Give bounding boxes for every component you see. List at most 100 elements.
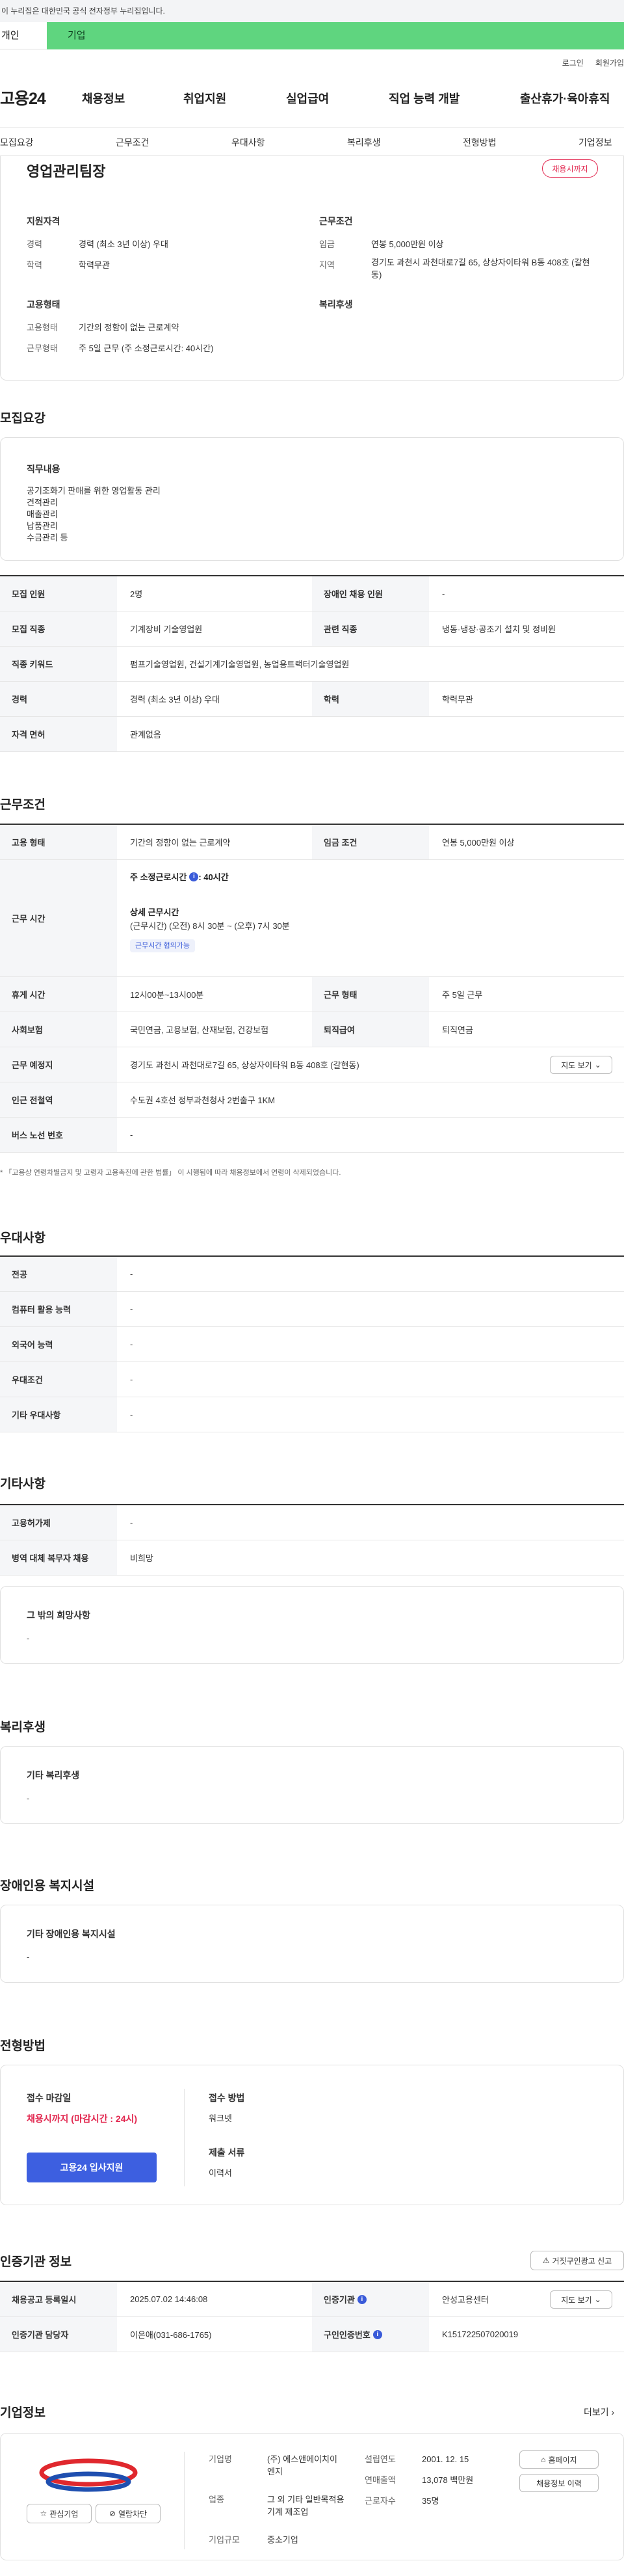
table-header: 모집 인원: [0, 576, 117, 611]
table-cell: -: [130, 1130, 133, 1140]
chevron-down-icon: ⌄: [594, 2295, 601, 2304]
cert-number-label: 구인인증번호: [324, 2330, 370, 2340]
gnb-item-unemployment-benefit[interactable]: 실업급여: [286, 90, 329, 107]
gnb-item-jobs[interactable]: 채용정보: [82, 90, 125, 107]
qual-label-career: 경력: [27, 239, 42, 249]
block-view-button[interactable]: ⊘ 열람차단: [96, 2504, 161, 2523]
welfare-section-title: 복리후생: [0, 1721, 46, 1734]
agency-map-button[interactable]: 지도 보기 ⌄: [550, 2290, 612, 2309]
table-cell: 기간의 정함이 없는 근로계약: [130, 838, 231, 848]
report-label: 거짓구인광고 신고: [552, 2256, 612, 2266]
info-icon[interactable]: i: [357, 2294, 367, 2304]
table-cell: 냉동·냉장·공조기 설치 및 정비원: [442, 624, 556, 634]
tab-individual[interactable]: 개인: [0, 22, 47, 49]
table-cell: 퇴직연금: [442, 1025, 473, 1035]
favorite-company-button[interactable]: ☆ 관심기업: [27, 2504, 92, 2523]
subnav-company[interactable]: 기업정보: [578, 136, 612, 149]
company-size-value: 중소기업: [267, 2535, 298, 2545]
table-cell: K151722507020019: [442, 2329, 519, 2339]
gnb-item-parental-leave[interactable]: 출산휴가·육아휴직: [520, 90, 610, 107]
company-logo: [27, 2453, 150, 2501]
table-cell: 주 5일 근무: [442, 990, 483, 1000]
table-header: 구인인증번호 i: [312, 2317, 429, 2352]
table-row: 외국어 능력 -: [0, 1327, 624, 1362]
subnav-recruit[interactable]: 모집요강: [0, 136, 34, 149]
homepage-button[interactable]: ⌂ 홈페이지: [519, 2450, 599, 2469]
duty-line: 수금관리 등: [27, 533, 68, 543]
table-row: 자격 면허 관계없음: [0, 717, 624, 752]
block-icon: ⊘: [109, 2509, 116, 2518]
extra-wish-title: 그 밖의 희망사항: [27, 1610, 90, 1620]
table-header: 인근 전철역: [0, 1082, 117, 1117]
gnb-item-employment-support[interactable]: 취업지원: [183, 90, 226, 107]
chevron-right-icon: ›: [611, 2407, 615, 2417]
table-header: 근무 시간: [0, 860, 117, 976]
table-cell: -: [130, 1375, 133, 1384]
employees-value: 35명: [422, 2496, 439, 2506]
table-row: 휴게 시간 12시00분~13시00분 근무 형태 주 5일 근무: [0, 977, 624, 1012]
join-link[interactable]: 회원가입: [595, 57, 624, 68]
subnav-welfare[interactable]: 복리후생: [347, 136, 381, 149]
screening-card: 접수 마감일 채용시까지 (마감시간 : 24시) 고용24 입사지원 접수 방…: [0, 2065, 624, 2205]
info-icon[interactable]: i: [189, 872, 199, 881]
login-link[interactable]: 로그인: [562, 57, 584, 68]
table-cell: 국민연금, 고용보험, 산재보험, 건강보험: [130, 1025, 269, 1035]
table-header: 고용 형태: [0, 825, 117, 859]
tab-company[interactable]: 기업: [47, 22, 624, 49]
work-value-wage: 연봉 5,000만원 이상: [371, 239, 444, 249]
table-cell: 수도권 4호선 정부과천청사 2번출구 1KM: [130, 1095, 276, 1105]
disabled-section-title: 장애인용 복지시설: [0, 1879, 95, 1893]
table-row: 사회보험 국민연금, 고용보험, 산재보험, 건강보험 퇴직급여 퇴직연금: [0, 1012, 624, 1047]
etc-section-title: 기타사항: [0, 1477, 46, 1491]
detail-hours-title: 상세 근무시간: [130, 907, 179, 917]
emp-value-schedule: 주 5일 근무 (주 소정근로시간: 40시간): [79, 343, 214, 353]
qual-value-career: 경력 (최소 3년 이상) 우대: [79, 239, 168, 249]
industry-label: 업종: [209, 2495, 224, 2504]
docs-title: 제출 서류: [209, 2147, 245, 2158]
gnb-item-vocational-training[interactable]: 직업 능력 개발: [389, 90, 460, 107]
table-row: 전공 -: [0, 1257, 624, 1292]
company-more-link[interactable]: 더보기 ›: [584, 2406, 614, 2419]
welfare-card-value: -: [27, 1793, 30, 1803]
subnav-screening[interactable]: 전형방법: [463, 136, 497, 149]
industry-value: 그 외 기타 일반목적용 기계 제조업: [267, 2495, 344, 2517]
revenue-label: 연매출액: [365, 2475, 396, 2485]
deadline-badge: 채용시까지: [542, 159, 598, 178]
table-header: 직종 키워드: [0, 647, 117, 681]
site-logo[interactable]: 고용24: [0, 86, 46, 109]
report-fake-ad-button[interactable]: ⚠ 거짓구인광고 신고: [530, 2251, 624, 2270]
map-view-button[interactable]: 지도 보기 ⌄: [550, 1056, 612, 1074]
work-label-wage: 임금: [319, 239, 335, 249]
apply-button[interactable]: 고용24 입사지원: [27, 2153, 157, 2182]
table-cell: 연봉 5,000만원 이상: [442, 838, 515, 848]
table-row: 모집 인원 2명 장애인 채용 인원 -: [0, 576, 624, 611]
screening-section-title: 전형방법: [0, 2039, 46, 2053]
block-view-label: 열람차단: [118, 2509, 148, 2519]
table-cell: 2명: [130, 589, 143, 599]
qual-label-education: 학력: [27, 260, 42, 270]
table-cell: 12시00분~13시00분: [130, 990, 204, 1000]
company-name-value: (주) 에스앤에이치이엔지: [267, 2454, 337, 2476]
duty-line: 매출관리: [27, 509, 58, 519]
table-header: 버스 노선 번호: [0, 1118, 117, 1152]
duty-line: 공기조화기 판매를 위한 영업활동 관리: [27, 486, 161, 496]
util-links: 로그인 회원가입: [562, 57, 624, 68]
info-icon[interactable]: i: [372, 2329, 382, 2339]
table-header: 근무 예정지: [0, 1047, 117, 1082]
table-row: 병역 대체 복무자 채용 비희망: [0, 1540, 624, 1576]
work-title: 근무조건: [319, 216, 353, 226]
agency-map-label: 지도 보기: [561, 2295, 592, 2305]
employees-label: 근로자수: [365, 2496, 396, 2506]
table-row: 고용 형태 기간의 정함이 없는 근로계약 임금 조건 연봉 5,000만원 이…: [0, 825, 624, 860]
table-header: 모집 직종: [0, 611, 117, 646]
homepage-label: 홈페이지: [548, 2455, 577, 2465]
company-name-label: 기업명: [209, 2454, 232, 2464]
table-header: 임금 조건: [312, 825, 429, 859]
job-history-button[interactable]: 채용정보 이력: [519, 2474, 599, 2492]
disabled-card: 기타 장애인용 복지시설 -: [0, 1905, 624, 1983]
table-header: 우대조건: [0, 1362, 117, 1397]
welfare-card-title: 기타 복리후생: [27, 1770, 80, 1780]
subnav-work-conditions[interactable]: 근무조건: [116, 136, 150, 149]
subnav-preferences[interactable]: 우대사항: [231, 136, 265, 149]
table-header: 경력: [0, 682, 117, 716]
